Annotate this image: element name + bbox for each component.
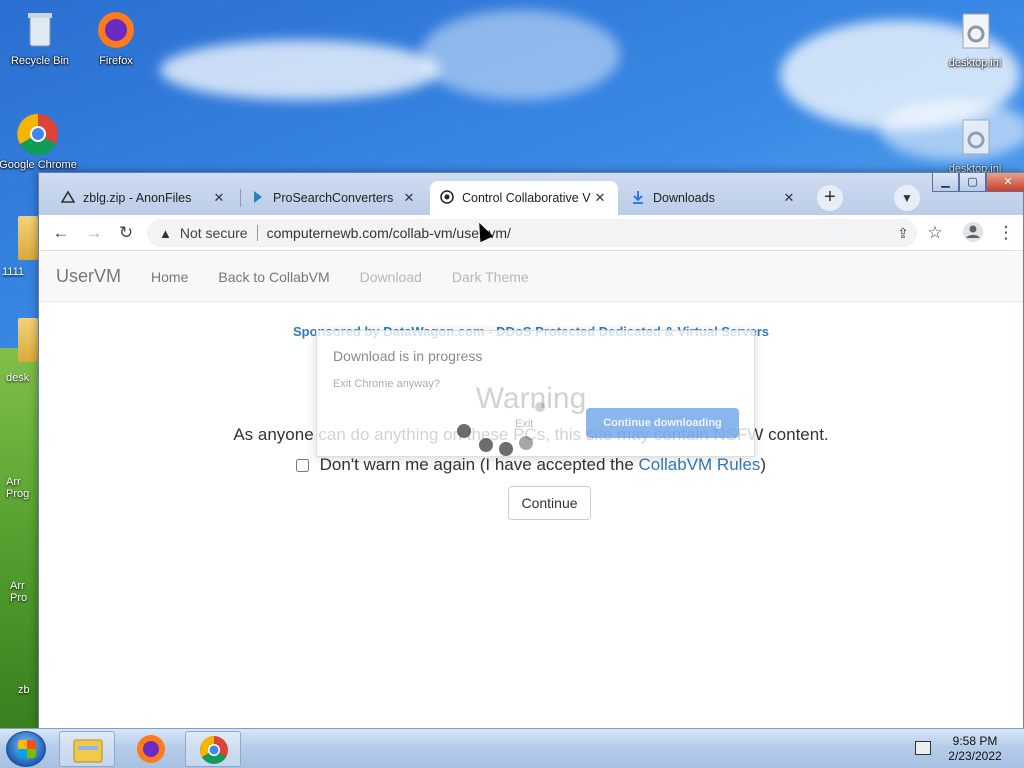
loading-spinner-icon bbox=[457, 402, 545, 464]
settings-file-icon bbox=[953, 10, 997, 54]
page-content: UserVM Home Back to CollabVM Download Da… bbox=[39, 252, 1023, 728]
back-arrow-icon: ← bbox=[52, 223, 70, 242]
desktop-icon-desktop-ini[interactable]: desktop.ini bbox=[935, 10, 1015, 69]
taskbar-firefox[interactable] bbox=[123, 731, 179, 767]
firefox-icon bbox=[123, 735, 179, 768]
taskbar: 9:58 PM 2/23/2022 bbox=[0, 728, 1024, 768]
close-window-button[interactable]: ✕ bbox=[986, 173, 1024, 192]
continue-button[interactable]: Continue bbox=[508, 486, 591, 520]
close-icon[interactable]: ✕ bbox=[211, 190, 227, 206]
collabvm-icon bbox=[440, 189, 454, 207]
desktop-partial-label: zb bbox=[18, 684, 30, 696]
security-status[interactable]: Not secure bbox=[180, 225, 248, 241]
bookmark-button[interactable]: ☆ bbox=[923, 221, 947, 245]
profile-button[interactable] bbox=[961, 221, 985, 245]
desktop-grass bbox=[0, 348, 40, 728]
close-icon[interactable]: ✕ bbox=[781, 190, 797, 206]
desktop-folder-partial[interactable] bbox=[18, 216, 38, 260]
address-bar[interactable]: ▲ Not secure computernewb.com/collab-vm/… bbox=[147, 219, 917, 247]
taskbar-chrome[interactable] bbox=[185, 731, 241, 767]
dont-warn-checkbox[interactable] bbox=[295, 459, 309, 473]
start-button[interactable] bbox=[6, 731, 46, 767]
forward-button[interactable]: → bbox=[82, 221, 106, 245]
tab-title: Downloads bbox=[653, 191, 715, 205]
minimize-button[interactable]: ▁ bbox=[932, 173, 959, 192]
desktop-icon-recycle-bin[interactable]: Recycle Bin bbox=[0, 8, 80, 67]
tab-prosearch[interactable]: ProSearchConverters ✕ bbox=[241, 181, 427, 215]
desktop-partial-label: Arr Pro bbox=[10, 580, 28, 604]
browser-toolbar: ← → ↻ ▲ Not secure computernewb.com/coll… bbox=[39, 215, 1023, 251]
site-navbar: UserVM Home Back to CollabVM Download Da… bbox=[39, 252, 1023, 302]
close-icon: ✕ bbox=[1003, 176, 1013, 188]
desktop-icon-chrome[interactable]: Google Chrome bbox=[0, 112, 78, 171]
settings-file-icon bbox=[953, 116, 997, 160]
collabvm-rules-link[interactable]: CollabVM Rules bbox=[639, 455, 761, 474]
share-icon: ⇪ bbox=[897, 225, 909, 241]
share-button[interactable]: ⇪ bbox=[891, 221, 915, 245]
desktop-icon-firefox[interactable]: Firefox bbox=[76, 8, 156, 67]
desktop-partial-label: 1111 bbox=[2, 266, 25, 278]
chrome-icon bbox=[186, 736, 242, 768]
desktop-icon-label: desktop.ini bbox=[948, 57, 1002, 69]
nav-link-download[interactable]: Download bbox=[360, 269, 422, 285]
checkbox-label-tail: ) bbox=[760, 455, 767, 474]
maximize-icon: ▢ bbox=[967, 176, 978, 188]
tab-title: ProSearchConverters bbox=[273, 191, 394, 205]
tab-collabvm[interactable]: Control Collaborative V ✕ bbox=[430, 181, 618, 215]
new-tab-button[interactable]: + bbox=[817, 185, 843, 211]
desktop-partial-label: Arr Prog bbox=[6, 476, 30, 500]
chrome-icon bbox=[16, 112, 60, 156]
star-icon: ☆ bbox=[927, 223, 943, 242]
clock-date: 2/23/2022 bbox=[948, 749, 1002, 763]
warning-icon[interactable]: ▲ bbox=[159, 226, 172, 241]
back-button[interactable]: ← bbox=[49, 221, 73, 245]
tab-title: zblg.zip - AnonFiles bbox=[83, 191, 192, 205]
forward-arrow-icon: → bbox=[85, 223, 103, 242]
close-icon[interactable]: ✕ bbox=[401, 190, 417, 206]
windows-explorer-icon bbox=[60, 739, 116, 768]
anonfiles-icon bbox=[60, 189, 76, 207]
chrome-window: zblg.zip - AnonFiles ✕ ProSearchConverte… bbox=[38, 172, 1024, 728]
nav-link-dark-theme[interactable]: Dark Theme bbox=[452, 269, 529, 285]
clock-time: 9:58 PM bbox=[952, 734, 998, 748]
maximize-button[interactable]: ▢ bbox=[959, 173, 986, 192]
taskbar-explorer[interactable] bbox=[59, 731, 115, 767]
menu-button[interactable]: ⋮ bbox=[994, 221, 1018, 245]
dialog-title: Download is in progress bbox=[333, 348, 483, 364]
close-icon[interactable]: ✕ bbox=[592, 190, 608, 206]
reload-icon: ↻ bbox=[118, 223, 134, 242]
window-controls: ▁ ▢ ✕ bbox=[932, 173, 1024, 193]
windows-logo-icon bbox=[18, 740, 36, 758]
desktop-icon-desktop-ini-2[interactable]: desktop.ini bbox=[935, 116, 1015, 175]
folder-icon bbox=[18, 318, 38, 362]
firefox-icon bbox=[94, 8, 138, 52]
dialog-continue-downloading-button[interactable]: Continue downloading bbox=[586, 408, 739, 438]
dialog-subtitle: Exit Chrome anyway? bbox=[333, 378, 440, 390]
desktop-partial-label: desk bbox=[6, 372, 30, 384]
omnibox-divider bbox=[256, 225, 258, 241]
site-brand[interactable]: UserVM bbox=[56, 266, 121, 287]
nav-link-home[interactable]: Home bbox=[151, 269, 188, 285]
network-icon[interactable] bbox=[915, 741, 931, 755]
tab-downloads[interactable]: Downloads ✕ bbox=[621, 181, 807, 215]
avatar-icon bbox=[962, 222, 984, 247]
recycle-bin-icon bbox=[18, 8, 62, 52]
download-icon bbox=[631, 190, 645, 207]
tab-title: Control Collaborative V bbox=[462, 191, 591, 205]
desktop-icon-label: Google Chrome bbox=[0, 159, 77, 171]
chevron-down-icon: ▼ bbox=[901, 191, 913, 205]
desktop-folder-partial[interactable] bbox=[18, 318, 38, 362]
tab-search-button[interactable]: ▼ bbox=[894, 185, 920, 211]
tab-strip: zblg.zip - AnonFiles ✕ ProSearchConverte… bbox=[39, 173, 1024, 215]
reload-button[interactable]: ↻ bbox=[114, 221, 138, 245]
nav-link-back-to-collabvm[interactable]: Back to CollabVM bbox=[218, 269, 329, 285]
kebab-menu-icon: ⋮ bbox=[997, 223, 1015, 242]
folder-icon bbox=[18, 216, 38, 260]
tab-anonfiles[interactable]: zblg.zip - AnonFiles ✕ bbox=[51, 181, 237, 215]
desktop-icon-label: Recycle Bin bbox=[10, 55, 70, 67]
prosearch-icon bbox=[251, 190, 265, 207]
minimize-icon: ▁ bbox=[941, 176, 950, 188]
system-clock[interactable]: 9:58 PM 2/23/2022 bbox=[940, 734, 1010, 764]
desktop-icon-label: Firefox bbox=[99, 55, 133, 67]
